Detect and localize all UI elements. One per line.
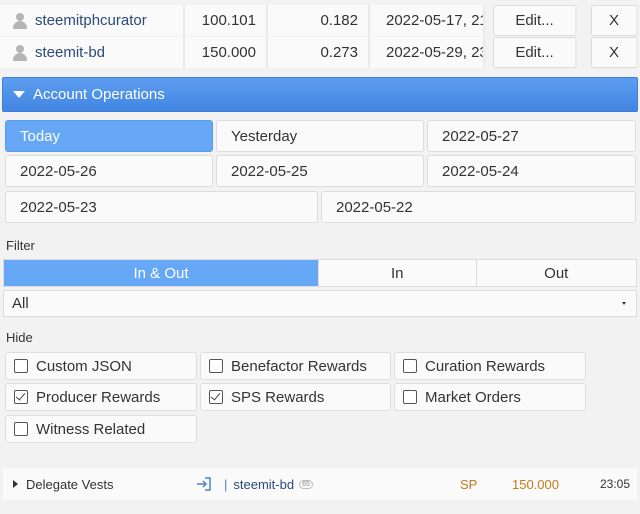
dropdown-arrow-icon [622, 302, 626, 305]
delegation-row: steemit-bd 150.000 0.273 2022-05-29, 23:… [0, 37, 640, 68]
edit-button[interactable]: Edit... [493, 5, 577, 36]
hide-option-producer-rewards[interactable]: Producer Rewards [5, 383, 197, 411]
hide-option-sps-rewards[interactable]: SPS Rewards [200, 383, 391, 411]
collapse-triangle-icon [13, 91, 25, 98]
hide-option-label: Benefactor Rewards [231, 357, 367, 375]
operation-unit: SP [460, 476, 478, 492]
delegatee-cell: steemitphcurator [0, 5, 185, 36]
edit-button[interactable]: Edit... [493, 37, 577, 68]
hide-option-label: Market Orders [425, 388, 521, 406]
delegated-sp: 100.101 [185, 5, 268, 36]
hide-option-witness-related[interactable]: Witness Related [5, 415, 197, 443]
delegated-sp: 150.000 [185, 37, 268, 68]
checkbox-checked-icon[interactable] [209, 390, 223, 404]
delegation-date: 2022-05-29, 23: [370, 37, 485, 68]
hide-label: Hide [6, 330, 33, 345]
operation-row[interactable]: Delegate Vests | steemit-bd 65 SP 150.00… [3, 468, 637, 500]
operation-time: 23:05 [600, 477, 631, 491]
incoming-arrow-icon [196, 477, 218, 491]
date-button[interactable]: 2022-05-27 [427, 120, 636, 152]
vests-ratio: 0.182 [268, 5, 370, 36]
date-button[interactable]: 2022-05-26 [5, 155, 213, 187]
checkbox-checked-icon[interactable] [14, 390, 28, 404]
date-button-today[interactable]: Today [5, 120, 213, 152]
hide-option-benefactor-rewards[interactable]: Benefactor Rewards [200, 352, 391, 380]
operation-type-select[interactable]: All [3, 290, 637, 317]
date-button[interactable]: 2022-05-23 [5, 191, 318, 223]
filter-tab-out[interactable]: Out [477, 260, 637, 286]
delegatee-link[interactable]: steemitphcurator [35, 12, 147, 29]
vests-ratio: 0.273 [268, 37, 370, 68]
operation-type-value: All [12, 295, 29, 312]
reputation-badge: 65 [299, 479, 313, 489]
hide-option-label: Curation Rewards [425, 357, 546, 375]
delegation-date: 2022-05-17, 21: [370, 5, 485, 36]
date-button[interactable]: 2022-05-22 [321, 191, 636, 223]
user-icon [12, 12, 28, 29]
hide-option-label: Witness Related [36, 420, 146, 438]
account-operations-title: Account Operations [33, 86, 165, 103]
separator: | [224, 476, 228, 492]
filter-tab-in[interactable]: In [319, 260, 477, 286]
hide-option-label: SPS Rewards [231, 388, 325, 406]
user-icon [12, 44, 28, 61]
hide-option-market-orders[interactable]: Market Orders [394, 383, 586, 411]
hide-option-custom-json[interactable]: Custom JSON [5, 352, 197, 380]
hide-option-label: Custom JSON [36, 357, 132, 375]
filter-label: Filter [6, 238, 35, 253]
delegation-row: steemitphcurator 100.101 0.182 2022-05-1… [0, 5, 640, 36]
operation-type: Delegate Vests [26, 476, 114, 492]
expand-triangle-icon[interactable] [13, 480, 18, 488]
filter-tabs: In & Out In Out [3, 259, 637, 287]
delegatee-link[interactable]: steemit-bd [35, 44, 105, 61]
date-button[interactable]: 2022-05-25 [216, 155, 424, 187]
hide-option-curation-rewards[interactable]: Curation Rewards [394, 352, 586, 380]
date-button[interactable]: 2022-05-24 [427, 155, 636, 187]
account-operations-header[interactable]: Account Operations [2, 77, 638, 112]
operation-amount: 150.000 [512, 476, 559, 492]
remove-button[interactable]: X [591, 37, 638, 68]
remove-button[interactable]: X [591, 5, 638, 36]
operation-user-link[interactable]: steemit-bd [233, 477, 294, 492]
checkbox-icon[interactable] [403, 359, 417, 373]
checkbox-icon[interactable] [14, 422, 28, 436]
date-button-yesterday[interactable]: Yesterday [216, 120, 424, 152]
checkbox-icon[interactable] [403, 390, 417, 404]
checkbox-icon[interactable] [209, 359, 223, 373]
hide-option-label: Producer Rewards [36, 388, 161, 406]
filter-tab-in-out[interactable]: In & Out [4, 260, 319, 286]
checkbox-icon[interactable] [14, 359, 28, 373]
delegatee-cell: steemit-bd [0, 37, 185, 68]
